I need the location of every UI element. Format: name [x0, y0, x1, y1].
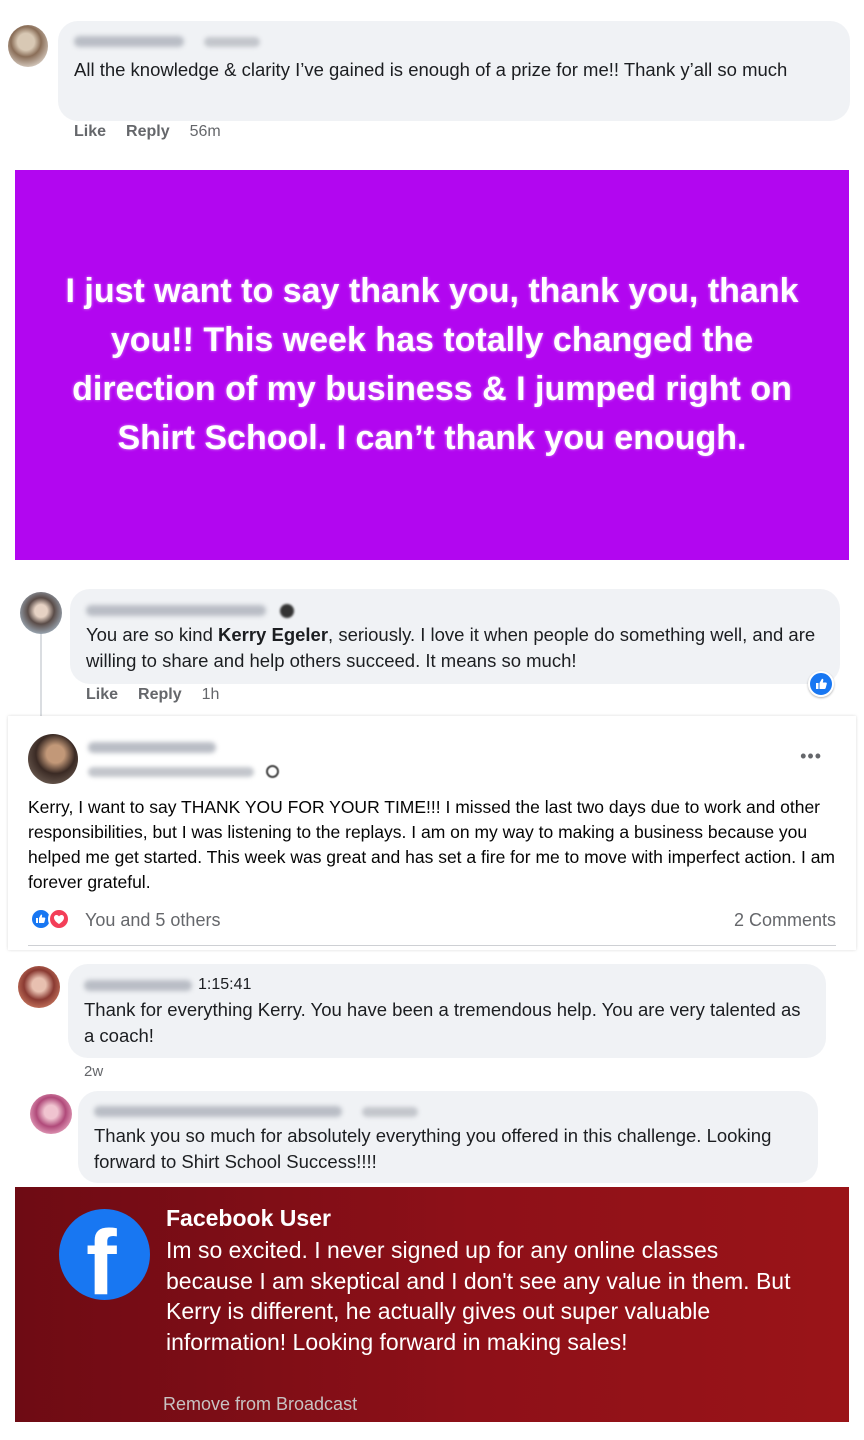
reply-link[interactable]: Reply [138, 686, 182, 703]
post-card: ••• Kerry, I want to say THANK YOU FOR Y… [8, 716, 856, 950]
comment-text: Thank you so much for absolutely everyth… [94, 1125, 772, 1172]
like-link[interactable]: Like [74, 123, 106, 140]
comment-age: 2w [84, 1063, 104, 1080]
reaction-icons[interactable] [30, 908, 70, 930]
comment-count[interactable]: 2 Comments [734, 910, 836, 931]
comment-time: 1:15:41 [198, 976, 252, 993]
comment-bubble: You are so kind Kerry Egeler, seriously.… [70, 589, 840, 684]
comment-text: All the knowledge & clarity I’ve gained … [74, 59, 788, 80]
blurred-post-date[interactable] [88, 767, 254, 777]
broadcast-card: f Facebook User Im so excited. I never s… [15, 1187, 849, 1422]
commenter-avatar[interactable] [18, 966, 60, 1008]
divider [28, 945, 836, 946]
poster-avatar[interactable] [28, 734, 78, 784]
like-reaction-icon[interactable] [808, 671, 834, 697]
blurred-author-name[interactable] [94, 1106, 342, 1118]
testimonial-banner: I just want to say thank you, thank you,… [15, 170, 849, 560]
thread-line [40, 630, 42, 720]
blurred-author-name[interactable] [84, 979, 192, 991]
banner-text: I just want to say thank you, thank you,… [65, 272, 799, 457]
comment-age: 1h [201, 686, 220, 703]
blurred-timestamp [204, 36, 261, 47]
remove-from-broadcast-link[interactable]: Remove from Broadcast [163, 1394, 357, 1415]
comment-bubble: Thank you so much for absolutely everyth… [78, 1091, 818, 1183]
comment-age: 56m [189, 123, 221, 140]
commenter-avatar[interactable] [20, 592, 62, 634]
love-icon [48, 908, 70, 930]
like-link[interactable]: Like [86, 686, 118, 703]
commenter-avatar[interactable] [30, 1094, 72, 1134]
globe-icon [266, 765, 279, 778]
comment-text: Thank for everything Kerry. You have bee… [84, 999, 801, 1046]
reply-link[interactable]: Reply [126, 123, 170, 140]
camera-icon [280, 603, 295, 618]
more-options-button[interactable]: ••• [800, 746, 822, 767]
broadcast-message: Im so excited. I never signed up for any… [166, 1237, 791, 1355]
sender-name: Facebook User [166, 1205, 331, 1231]
commenter-avatar[interactable] [8, 25, 48, 67]
comment-actions: Like Reply 56m [74, 123, 241, 141]
blurred-author-name[interactable] [86, 605, 266, 617]
post-text: Kerry, I want to say THANK YOU FOR YOUR … [28, 797, 835, 892]
facebook-logo-letter: f [86, 1212, 117, 1300]
blurred-author-name[interactable] [88, 742, 216, 753]
reaction-summary[interactable]: You and 5 others [85, 910, 220, 931]
comment-text: You are so kind Kerry Egeler, seriously.… [86, 624, 816, 671]
facebook-logo-icon: f [59, 1209, 150, 1300]
blurred-author-name[interactable] [74, 36, 184, 48]
blurred-timestamp [362, 1106, 419, 1117]
mention-link[interactable]: Kerry Egeler [218, 624, 328, 645]
comment-actions: Like Reply 1h [86, 686, 239, 704]
comment-bubble: 1:15:41 Thank for everything Kerry. You … [68, 964, 826, 1058]
comment-bubble: All the knowledge & clarity I’ve gained … [58, 21, 850, 121]
